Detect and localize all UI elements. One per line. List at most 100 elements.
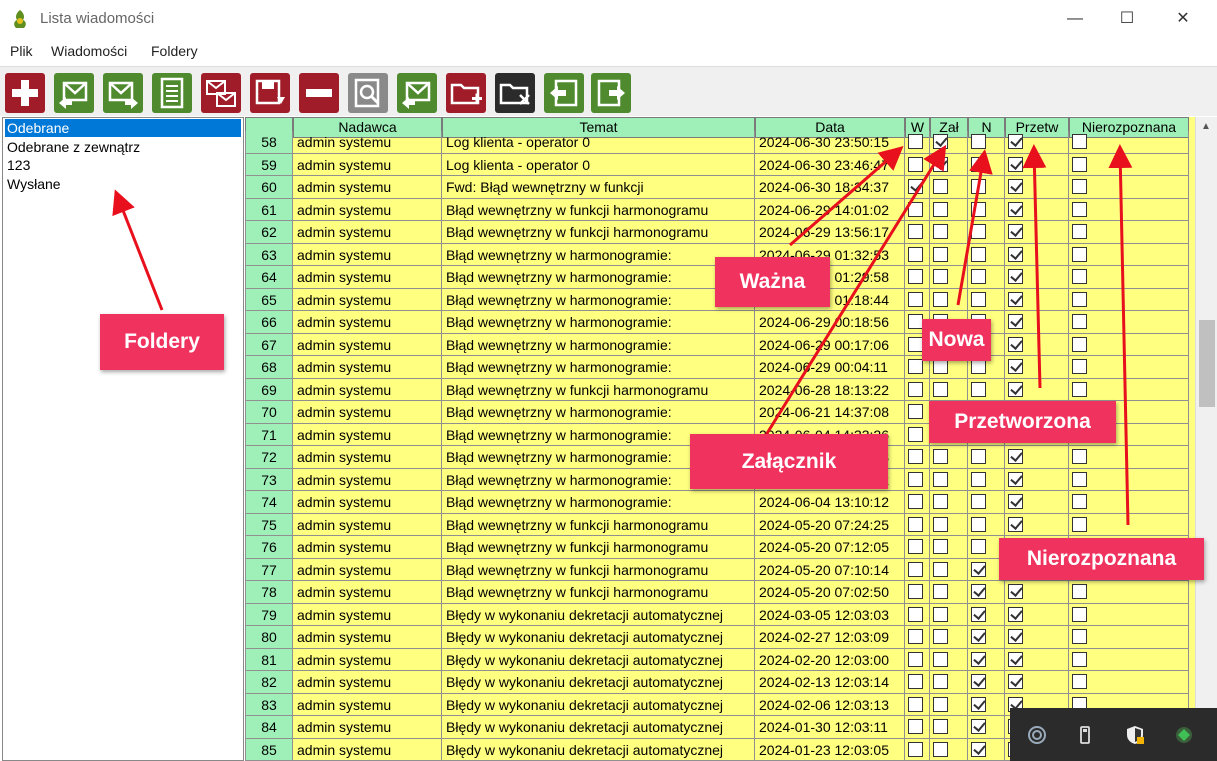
security-shield-icon[interactable]	[1124, 724, 1146, 746]
nierozpoznana-checkbox[interactable]	[1072, 606, 1087, 622]
przetworzona-checkbox[interactable]	[1008, 269, 1023, 284]
wazna-checkbox[interactable]	[908, 314, 923, 329]
wazna-checkbox[interactable]	[908, 539, 923, 554]
preview-button[interactable]	[348, 73, 388, 113]
folder-item-123[interactable]: 123	[5, 156, 241, 174]
przetworzona-checkbox[interactable]	[1008, 471, 1023, 487]
network-icon[interactable]	[1026, 724, 1048, 746]
zalacznik-checkbox[interactable]	[933, 741, 948, 757]
wazna-checkbox[interactable]	[908, 584, 923, 599]
nowa-checkbox[interactable]	[971, 606, 986, 622]
nowa-checkbox[interactable]	[971, 741, 986, 757]
przetworzona-checkbox[interactable]	[1008, 291, 1023, 307]
table-row[interactable]: 81 admin systemu Błędy w wykonaniu dekreta…	[245, 648, 1195, 671]
wazna-checkbox[interactable]	[908, 696, 923, 712]
table-row[interactable]: 68 admin systemu Błąd wewnętrzny w harmono…	[245, 356, 1195, 379]
table-row[interactable]: 80 admin systemu Błędy w wykonaniu dekreta…	[245, 626, 1195, 649]
table-row[interactable]: 79 admin systemu Błędy w wykonaniu dekreta…	[245, 603, 1195, 626]
wazna-checkbox[interactable]	[908, 404, 923, 419]
wazna-checkbox[interactable]	[908, 741, 923, 757]
przetworzona-checkbox[interactable]	[1008, 629, 1023, 644]
przetworzona-checkbox[interactable]	[1008, 224, 1023, 239]
nierozpoznana-checkbox[interactable]	[1072, 674, 1087, 689]
save-message-button[interactable]	[250, 73, 290, 113]
przetworzona-checkbox[interactable]	[1008, 449, 1023, 464]
reply-button[interactable]	[54, 73, 94, 113]
zalacznik-checkbox[interactable]	[933, 201, 948, 217]
table-row[interactable]: 62 admin systemu Błąd wewnętrzny w funkcji…	[245, 221, 1195, 244]
table-row[interactable]: 59 admin systemu Log klienta - operator 02…	[245, 153, 1195, 176]
nierozpoznana-checkbox[interactable]	[1072, 336, 1087, 352]
wazna-checkbox[interactable]	[908, 156, 923, 172]
przetworzona-checkbox[interactable]	[1008, 516, 1023, 532]
nierozpoznana-checkbox[interactable]	[1072, 584, 1087, 599]
przetworzona-checkbox[interactable]	[1008, 494, 1023, 509]
nierozpoznana-checkbox[interactable]	[1072, 269, 1087, 284]
table-row[interactable]: 61 admin systemu Błąd wewnętrzny w funkcji…	[245, 198, 1195, 221]
table-row[interactable]: 66 admin systemu Błąd wewnętrzny w harmono…	[245, 311, 1195, 334]
nowa-checkbox[interactable]	[971, 269, 986, 284]
wazna-checkbox[interactable]	[908, 336, 923, 352]
new-folder-button[interactable]	[446, 73, 486, 113]
folder-item-wyslane[interactable]: Wysłane	[5, 175, 241, 193]
nowa-checkbox[interactable]	[971, 584, 986, 599]
forward-button[interactable]	[103, 73, 143, 113]
nierozpoznana-checkbox[interactable]	[1072, 651, 1087, 667]
delete-message-button[interactable]	[299, 73, 339, 113]
nierozpoznana-checkbox[interactable]	[1072, 629, 1087, 644]
przetworzona-checkbox[interactable]	[1008, 134, 1023, 149]
zalacznik-checkbox[interactable]	[933, 561, 948, 577]
scroll-up-icon[interactable]: ▲	[1201, 121, 1211, 132]
nierozpoznana-checkbox[interactable]	[1072, 471, 1087, 487]
nowa-checkbox[interactable]	[971, 696, 986, 712]
nowa-checkbox[interactable]	[971, 539, 986, 554]
zalacznik-checkbox[interactable]	[933, 449, 948, 464]
nowa-checkbox[interactable]	[971, 381, 986, 397]
nierozpoznana-checkbox[interactable]	[1072, 381, 1087, 397]
import-button[interactable]	[544, 73, 584, 113]
zalacznik-checkbox[interactable]	[933, 494, 948, 509]
nowa-checkbox[interactable]	[971, 449, 986, 464]
folder-item-odebrane[interactable]: Odebrane	[5, 119, 241, 137]
nowa-checkbox[interactable]	[971, 651, 986, 667]
zalacznik-checkbox[interactable]	[933, 719, 948, 734]
zalacznik-checkbox[interactable]	[933, 156, 948, 172]
przetworzona-checkbox[interactable]	[1008, 674, 1023, 689]
przetworzona-checkbox[interactable]	[1008, 606, 1023, 622]
zalacznik-checkbox[interactable]	[933, 246, 948, 262]
przetworzona-checkbox[interactable]	[1008, 246, 1023, 262]
vertical-scrollbar[interactable]: ▲	[1195, 117, 1217, 761]
nowa-checkbox[interactable]	[971, 561, 986, 577]
wazna-checkbox[interactable]	[908, 494, 923, 509]
move-message-button[interactable]	[201, 73, 241, 113]
menu-foldery[interactable]: Foldery	[151, 43, 198, 59]
table-row[interactable]: 60 admin systemu Fwd: Błąd wewnętrzny w fu…	[245, 176, 1195, 199]
nowa-checkbox[interactable]	[971, 156, 986, 172]
zalacznik-checkbox[interactable]	[933, 471, 948, 487]
wazna-checkbox[interactable]	[908, 291, 923, 307]
wazna-checkbox[interactable]	[908, 471, 923, 487]
przetworzona-checkbox[interactable]	[1008, 381, 1023, 397]
zalacznik-checkbox[interactable]	[933, 651, 948, 667]
nowa-checkbox[interactable]	[971, 201, 986, 217]
nierozpoznana-checkbox[interactable]	[1072, 494, 1087, 509]
table-row[interactable]: 58 admin systemu Log klienta - operator 02…	[245, 131, 1195, 154]
zalacznik-checkbox[interactable]	[933, 291, 948, 307]
nowa-checkbox[interactable]	[971, 494, 986, 509]
zalacznik-checkbox[interactable]	[933, 359, 948, 374]
table-row[interactable]: 67 admin systemu Błąd wewnętrzny w harmono…	[245, 333, 1195, 356]
wazna-checkbox[interactable]	[908, 651, 923, 667]
wazna-checkbox[interactable]	[908, 719, 923, 734]
nierozpoznana-checkbox[interactable]	[1072, 314, 1087, 329]
wazna-checkbox[interactable]	[908, 269, 923, 284]
folder-item-odebrane-z-zewnatrz[interactable]: Odebrane z zewnątrz	[5, 138, 241, 156]
zalacznik-checkbox[interactable]	[933, 269, 948, 284]
nierozpoznana-checkbox[interactable]	[1072, 449, 1087, 464]
zalacznik-checkbox[interactable]	[933, 539, 948, 554]
przetworzona-checkbox[interactable]	[1008, 201, 1023, 217]
nowa-checkbox[interactable]	[971, 224, 986, 239]
nowa-checkbox[interactable]	[971, 674, 986, 689]
wazna-checkbox[interactable]	[908, 426, 923, 442]
zalacznik-checkbox[interactable]	[933, 224, 948, 239]
maximize-button[interactable]: ☐	[1104, 6, 1150, 32]
